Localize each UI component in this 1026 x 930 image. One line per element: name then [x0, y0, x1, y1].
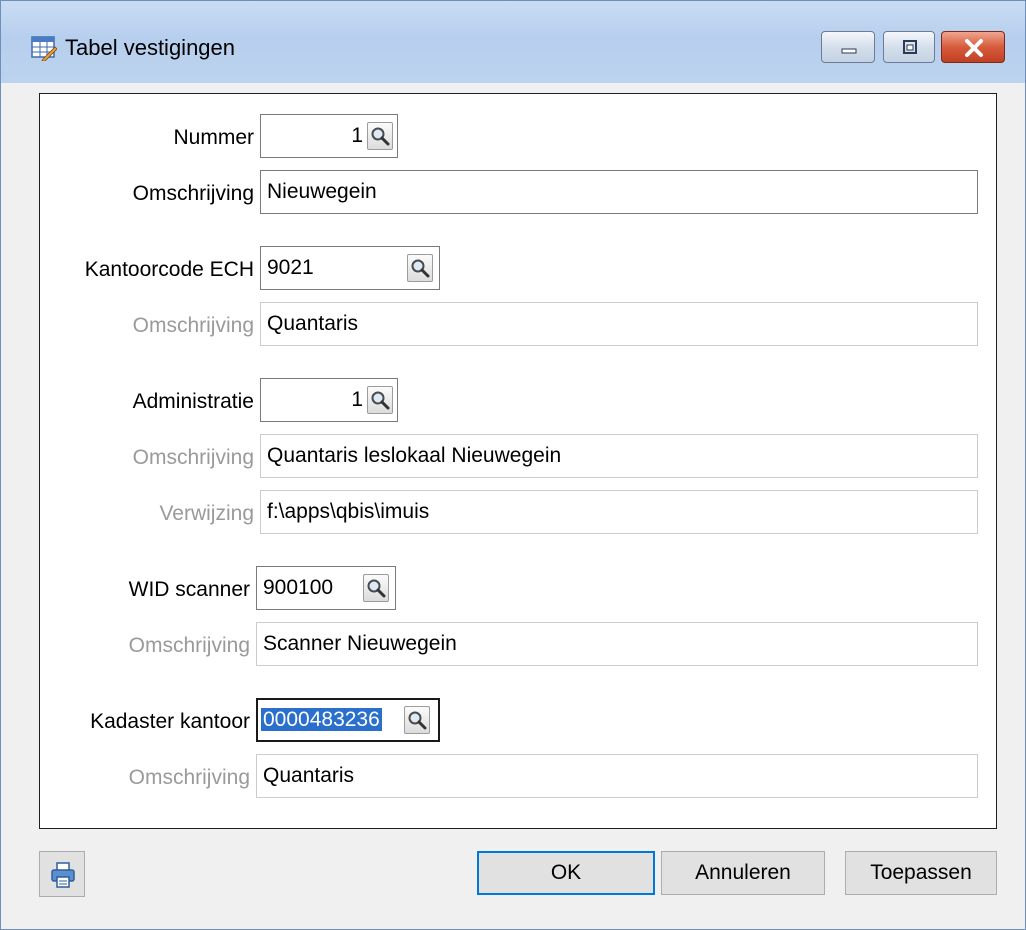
search-icon [371, 391, 390, 410]
search-icon [411, 259, 430, 278]
administratie-label: Administratie [132, 390, 254, 413]
dialog-window: Tabel vestigingen Nummer 1 Omschrijving … [0, 0, 1026, 930]
kantoorcode-ech-lookup-button[interactable] [407, 254, 433, 282]
dialog-client-area: Nummer 1 Omschrijving Nieuwegein Kantoor… [9, 83, 1017, 919]
search-icon [371, 127, 390, 146]
form-panel: Nummer 1 Omschrijving Nieuwegein Kantoor… [39, 93, 997, 829]
ok-button[interactable]: OK [477, 851, 655, 895]
kadaster-kantoor-selected-text: 0000483236 [261, 708, 382, 731]
verwijzing-label: Verwijzing [159, 502, 254, 525]
administratie-lookup-button[interactable] [367, 386, 393, 414]
kantoorcode-ech-label: Kantoorcode ECH [84, 258, 254, 281]
administratie-omschrijving-field: Quantaris leslokaal Nieuwegein [260, 434, 978, 478]
omschrijving-field[interactable]: Nieuwegein [260, 170, 978, 214]
apply-button[interactable]: Toepassen [845, 851, 997, 895]
maximize-button[interactable] [883, 31, 935, 63]
maximize-icon [903, 40, 917, 54]
omschrijving-label: Omschrijving [132, 182, 254, 205]
window-title: Tabel vestigingen [65, 35, 236, 60]
administratie-omschrijving-label: Omschrijving [132, 446, 254, 469]
minimize-icon [841, 48, 857, 54]
cancel-button[interactable]: Annuleren [661, 851, 825, 895]
verwijzing-field: f:\apps\qbis\imuis [260, 490, 978, 534]
kantoorcode-omschrijving-label: Omschrijving [132, 314, 254, 337]
kadaster-omschrijving-field: Quantaris [256, 754, 978, 798]
wid-scanner-label: WID scanner [128, 578, 250, 601]
kadaster-kantoor-label: Kadaster kantoor [90, 710, 250, 733]
search-icon [408, 711, 427, 730]
wid-scanner-omschrijving-field: Scanner Nieuwegein [256, 622, 978, 666]
kadaster-kantoor-lookup-button[interactable] [404, 706, 430, 734]
print-button[interactable] [39, 851, 85, 897]
title-bar[interactable]: Tabel vestigingen [1, 1, 1025, 83]
nummer-lookup-button[interactable] [367, 122, 393, 150]
minimize-button[interactable] [821, 31, 875, 63]
kantoorcode-omschrijving-field: Quantaris [260, 302, 978, 346]
table-edit-icon [31, 36, 57, 61]
close-icon [965, 39, 983, 57]
kadaster-omschrijving-label: Omschrijving [128, 766, 250, 789]
close-button[interactable] [941, 31, 1005, 63]
nummer-label: Nummer [173, 126, 254, 149]
printer-icon [51, 862, 75, 888]
wid-scanner-omschrijving-label: Omschrijving [128, 634, 250, 657]
search-icon [367, 579, 386, 598]
wid-scanner-lookup-button[interactable] [363, 574, 389, 602]
